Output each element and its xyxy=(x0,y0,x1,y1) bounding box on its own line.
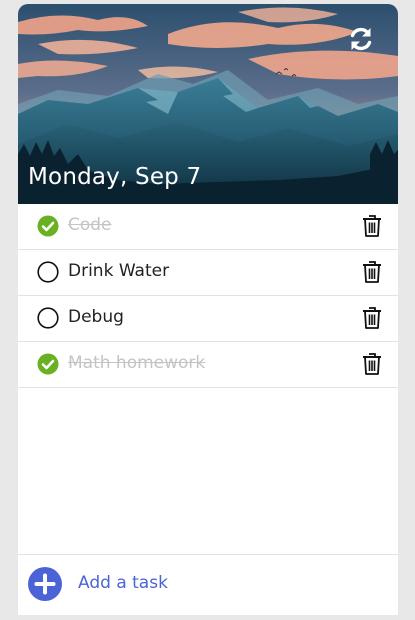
task-list: Code Drink Water Debug Math homework xyxy=(18,204,398,388)
task-label: Debug xyxy=(68,307,124,327)
task-item: Drink Water xyxy=(18,250,398,296)
date-title: Monday, Sep 7 xyxy=(28,164,202,190)
unchecked-circle-icon[interactable] xyxy=(37,307,59,329)
header-banner: Monday, Sep 7 xyxy=(18,4,398,204)
refresh-icon[interactable] xyxy=(346,24,376,54)
task-label: Drink Water xyxy=(68,261,170,281)
trash-icon[interactable] xyxy=(362,260,382,284)
add-task-bar: Add a task xyxy=(18,554,398,615)
trash-icon[interactable] xyxy=(362,352,382,376)
trash-icon[interactable] xyxy=(362,306,382,330)
checked-circle-icon[interactable] xyxy=(37,353,59,375)
task-label: Code xyxy=(68,215,112,235)
checked-circle-icon[interactable] xyxy=(37,215,59,237)
add-task-button[interactable]: Add a task xyxy=(78,573,168,593)
task-item: Code xyxy=(18,204,398,250)
trash-icon[interactable] xyxy=(362,214,382,238)
task-item: Debug xyxy=(18,296,398,342)
plus-circle-icon[interactable] xyxy=(28,567,62,601)
task-item: Math homework xyxy=(18,342,398,388)
unchecked-circle-icon[interactable] xyxy=(37,261,59,283)
task-label: Math homework xyxy=(68,353,206,373)
todo-card: Monday, Sep 7 Code Drink Water Debug Mat… xyxy=(18,4,398,615)
